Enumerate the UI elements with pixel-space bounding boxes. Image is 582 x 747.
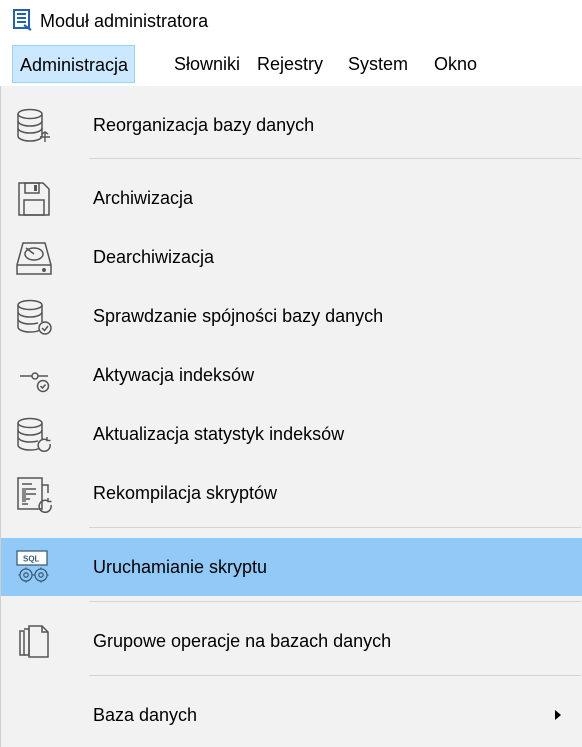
menubar-item-administracja[interactable]: Administracja [12,45,136,83]
menu-item-sprawdzanie-spojnosci[interactable]: Sprawdzanie spójności bazy danych [1,287,582,345]
menu-separator [89,675,581,676]
menu-item-label: Aktywacja indeksów [93,365,255,385]
window-titlebar: Moduł administratora [0,0,582,44]
sql-run-script-icon: SQL [14,549,54,587]
menubar: Administracja Słowniki Rejestry System O… [0,44,582,86]
script-recompile-icon [14,475,54,513]
copy-pages-icon [14,623,54,661]
app-module-icon [13,9,33,31]
menu-separator [89,158,581,159]
menubar-item-system[interactable]: System [341,45,414,83]
menu-item-grupowe-operacje[interactable]: Grupowe operacje na bazach danych [1,612,582,670]
menu-item-dearchiwizacja[interactable]: Dearchiwizacja [1,228,582,286]
menubar-item-rejestry[interactable]: Rejestry [250,45,329,83]
svg-text:SQL: SQL [23,555,40,564]
menu-item-label: Rekompilacja skryptów [93,483,278,503]
menu-item-label: Grupowe operacje na bazach danych [93,631,392,651]
menu-item-label: Aktualizacja statystyk indeksów [93,424,345,444]
menu-separator [89,601,581,602]
menu-item-label: Baza danych [93,705,198,725]
menu-item-label: Dearchiwizacja [93,247,215,267]
menubar-item-okno[interactable]: Okno [427,45,483,83]
menu-item-rekompilacja-skryptow[interactable]: Rekompilacja skryptów [1,464,582,522]
floppy-disk-icon [14,180,54,218]
database-reorganize-icon [14,107,54,145]
menu-item-label: Archiwizacja [93,188,194,208]
menu-item-label: Reorganizacja bazy danych [93,115,315,135]
menubar-item-slowniki[interactable]: Słowniki [167,45,246,83]
administracja-dropdown-menu: Reorganizacja bazy danych Archiwizacja D… [0,86,582,747]
window-title: Moduł administratora [40,11,209,31]
disk-restore-icon [14,239,54,277]
menubar-item-label: Administracja [20,55,129,75]
submenu-arrow-icon [554,709,562,721]
database-refresh-icon [14,416,54,454]
menu-item-uruchamianie-skryptu[interactable]: SQL Uruchamianie skryptu [1,538,582,596]
database-check-icon [14,298,54,336]
menubar-item-label: Okno [434,54,478,74]
menubar-item-label: Słowniki [174,54,241,74]
menu-item-reorganizacja[interactable]: Reorganizacja bazy danych [1,96,582,154]
menu-item-archiwizacja[interactable]: Archiwizacja [1,169,582,227]
menu-item-aktywacja-indeksow[interactable]: Aktywacja indeksów [1,346,582,404]
menu-item-label: Uruchamianie skryptu [93,557,268,577]
menu-separator [89,527,581,528]
menu-item-label: Sprawdzanie spójności bazy danych [93,306,384,326]
index-activate-icon [14,357,54,395]
menu-item-baza-danych[interactable]: Baza danych [1,686,582,744]
menubar-item-label: System [348,54,409,74]
menubar-item-label: Rejestry [257,54,324,74]
menu-item-aktualizacja-statystyk[interactable]: Aktualizacja statystyk indeksów [1,405,582,463]
